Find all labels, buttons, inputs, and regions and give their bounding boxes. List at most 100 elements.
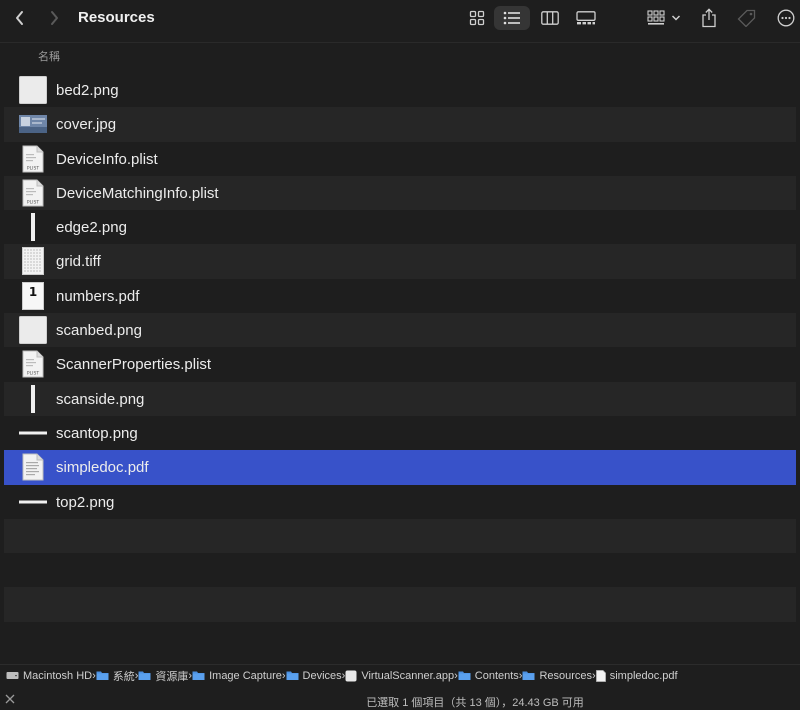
breadcrumb-item[interactable]: simpledoc.pdf xyxy=(595,669,678,682)
status-bar: 已選取 1 個項目（共 13 個），24.43 GB 可用 xyxy=(0,688,800,710)
column-view-button[interactable] xyxy=(538,6,562,30)
file-name: scantop.png xyxy=(56,424,138,442)
breadcrumb-item[interactable]: 資源庫 xyxy=(138,668,188,684)
folder-icon xyxy=(522,670,535,681)
svg-text:PLIST: PLIST xyxy=(27,165,39,171)
file-name: DeviceMatchingInfo.plist xyxy=(56,184,219,202)
file-list: bed2.png cover.jpg PLIST DeviceInfo.plist PL… xyxy=(4,73,796,656)
file-name: cover.jpg xyxy=(56,116,117,134)
breadcrumb-label: 資源庫 xyxy=(155,670,189,683)
file-row[interactable]: PLIST DeviceMatchingInfo.plist xyxy=(4,175,796,211)
file-name: numbers.pdf xyxy=(56,287,140,305)
breadcrumb-label: Image Capture xyxy=(209,669,282,682)
toolbar: Resources xyxy=(0,0,800,36)
file-thumbnail-icon: PLIST xyxy=(18,179,48,207)
file-name: DeviceInfo.plist xyxy=(56,150,158,168)
ellipsis-circle-icon xyxy=(777,9,795,27)
breadcrumb-label: VirtualScanner.app xyxy=(361,669,455,682)
file-row[interactable]: scantop.png xyxy=(4,416,796,450)
folder-icon xyxy=(192,670,205,681)
forward-button[interactable] xyxy=(42,6,66,30)
file-row[interactable]: scanside.png xyxy=(4,381,796,416)
column-view-icon xyxy=(541,11,559,25)
gallery-view-icon xyxy=(576,11,596,25)
file-name: simpledoc.pdf xyxy=(56,459,149,477)
path-bar: Macintosh HD › 系統 › 資源庫 › Image Capture › Device… xyxy=(0,664,800,686)
document-icon xyxy=(595,669,606,682)
chevron-left-icon xyxy=(16,11,23,25)
name-column-header[interactable]: 名稱 xyxy=(38,48,60,64)
disk-icon xyxy=(6,670,19,681)
file-thumbnail-icon xyxy=(18,110,48,138)
group-by-button[interactable] xyxy=(645,6,683,30)
file-name: top2.png xyxy=(56,493,115,511)
file-thumbnail-icon xyxy=(18,247,48,276)
gallery-view-button[interactable] xyxy=(574,6,598,30)
file-row[interactable]: grid.tiff xyxy=(4,244,796,279)
file-row[interactable]: simpledoc.pdf xyxy=(4,450,796,485)
file-thumbnail-icon xyxy=(18,488,48,516)
tags-button[interactable] xyxy=(734,6,758,30)
folder-icon xyxy=(458,670,471,681)
breadcrumb-label: simpledoc.pdf xyxy=(609,669,678,682)
breadcrumb-item[interactable]: Macintosh HD xyxy=(6,670,92,682)
file-thumbnail-icon: PLIST xyxy=(18,145,48,173)
file-row[interactable]: edge2.png xyxy=(4,210,796,244)
tag-icon xyxy=(737,9,756,27)
list-view-button[interactable] xyxy=(494,6,530,30)
file-row[interactable]: 1 numbers.pdf xyxy=(4,279,796,313)
file-name: grid.tiff xyxy=(56,253,101,271)
chevron-right-icon xyxy=(51,11,58,25)
back-button[interactable] xyxy=(8,6,32,30)
icon-view-button[interactable] xyxy=(464,6,490,30)
file-name: scanside.png xyxy=(56,390,145,408)
breadcrumb-label: 系統 xyxy=(112,670,135,683)
list-column-header: 名稱 xyxy=(0,42,800,66)
file-row[interactable]: PLIST DeviceInfo.plist xyxy=(4,142,796,176)
svg-text:1: 1 xyxy=(29,285,37,299)
file-thumbnail-icon xyxy=(18,384,48,413)
breadcrumb-label: Resources xyxy=(539,669,593,682)
group-grid-icon xyxy=(647,10,665,25)
svg-text:PLIST: PLIST xyxy=(27,199,39,205)
svg-text:PLIST: PLIST xyxy=(27,371,39,377)
file-thumbnail-icon: PLIST xyxy=(18,350,48,378)
folder-icon xyxy=(286,670,299,681)
file-thumbnail-icon xyxy=(18,213,48,242)
status-text: 已選取 1 個項目（共 13 個），24.43 GB 可用 xyxy=(366,697,584,709)
file-thumbnail-icon xyxy=(18,76,48,104)
breadcrumb-label: Devices xyxy=(302,669,342,682)
file-name: ScannerProperties.plist xyxy=(56,356,212,374)
breadcrumb-label: Macintosh HD xyxy=(23,669,93,682)
share-button[interactable] xyxy=(698,6,720,30)
list-view-icon xyxy=(503,11,520,25)
file-name: scanbed.png xyxy=(56,322,142,340)
file-name: edge2.png xyxy=(56,219,127,237)
empty-row xyxy=(4,587,796,622)
breadcrumb-item[interactable]: Image Capture xyxy=(192,670,282,682)
file-thumbnail-icon: 1 xyxy=(18,281,48,310)
more-actions-button[interactable] xyxy=(774,6,798,30)
file-row[interactable]: top2.png xyxy=(4,485,796,519)
breadcrumb-label: Contents xyxy=(474,669,519,682)
breadcrumb-item[interactable]: Resources xyxy=(522,670,592,682)
folder-icon xyxy=(96,670,109,681)
file-name: bed2.png xyxy=(56,82,119,99)
breadcrumb-item[interactable]: VirtualScanner.app xyxy=(345,670,454,682)
breadcrumb-item[interactable]: Devices xyxy=(286,670,342,682)
file-row[interactable]: PLIST ScannerProperties.plist xyxy=(4,347,796,381)
window-title: Resources xyxy=(78,9,155,26)
file-row[interactable]: cover.jpg xyxy=(4,107,796,142)
breadcrumb-item[interactable]: 系統 xyxy=(96,668,135,684)
file-thumbnail-icon xyxy=(18,453,48,481)
empty-row xyxy=(4,518,796,554)
breadcrumb-item[interactable]: Contents xyxy=(458,670,519,682)
share-icon xyxy=(702,8,716,28)
empty-row xyxy=(4,553,796,587)
chevron-down-icon xyxy=(671,15,681,21)
file-row[interactable]: bed2.png xyxy=(4,73,796,107)
grid-view-icon xyxy=(469,10,485,26)
file-thumbnail-icon xyxy=(18,316,48,345)
empty-row xyxy=(4,622,796,656)
file-row[interactable]: scanbed.png xyxy=(4,313,796,348)
